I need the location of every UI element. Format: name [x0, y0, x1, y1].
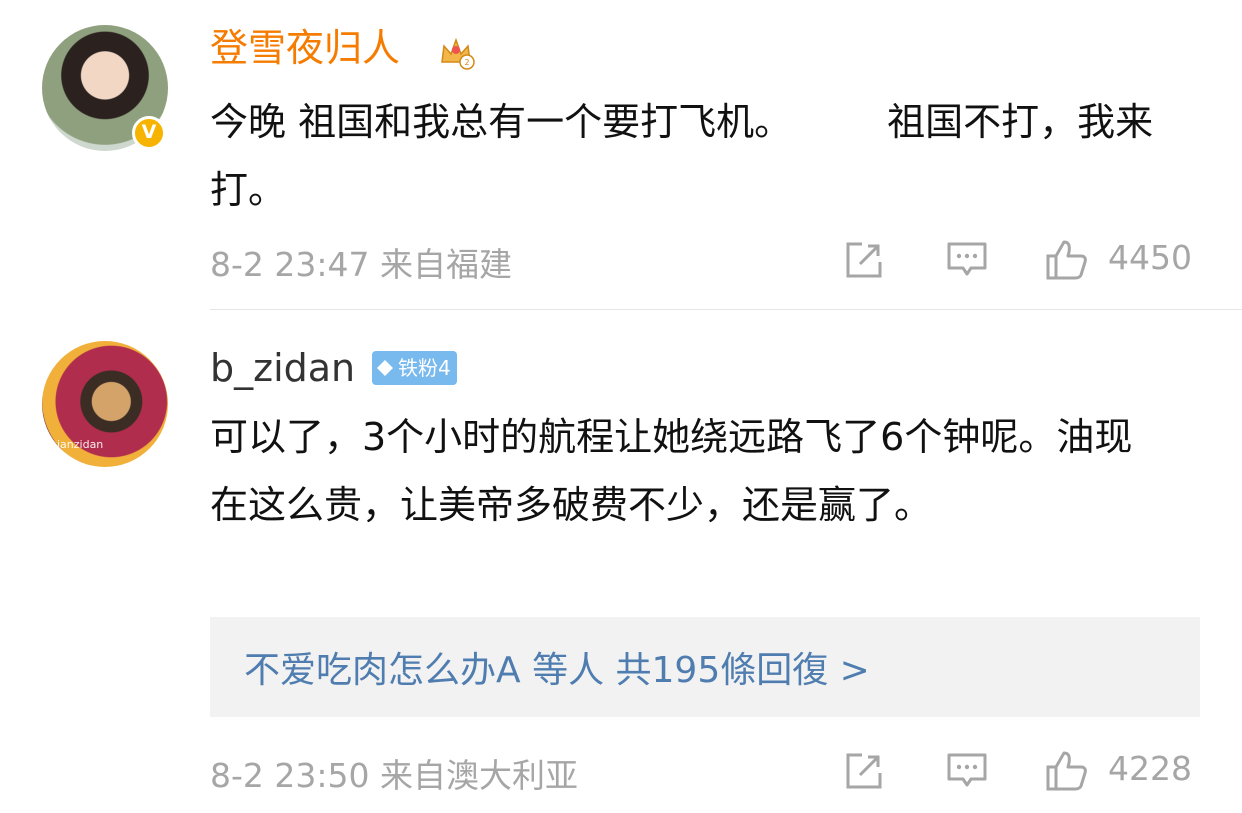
crown-icon: 2	[441, 37, 475, 70]
username[interactable]: 登雪夜归人	[210, 26, 400, 70]
avatar[interactable]: bianzidan	[42, 341, 168, 467]
comment-item: V 登雪夜归人 2 今晚 祖国和我总有一个要打飞机。 祖国不打，我来打。 8-2…	[0, 0, 1242, 310]
avatar-watermark: bianzidan	[50, 438, 104, 451]
divider	[210, 309, 1242, 310]
comment-meta: 8-2 23:47 来自福建	[210, 245, 512, 284]
like-count: 4450	[1108, 238, 1192, 277]
diamond-icon	[377, 360, 393, 376]
comment-icon[interactable]	[945, 238, 989, 282]
username[interactable]: b_zidan	[210, 346, 355, 390]
reply-summary-link[interactable]: 不爱吃肉怎么办A 等人 共195條回復 >	[244, 641, 870, 693]
like-count: 4228	[1108, 749, 1192, 788]
svg-text:2: 2	[464, 58, 469, 67]
like-icon[interactable]	[1044, 749, 1088, 793]
comment-text: 可以了，3个小时的航程让她绕远路飞了6个钟呢。油现在这么贵，让美帝多破费不少，还…	[210, 415, 1133, 527]
comment-text: 今晚 祖国和我总有一个要打飞机。 祖国不打，我来打。	[210, 100, 1154, 212]
fan-badge[interactable]: 铁粉4	[372, 351, 457, 385]
comment-item: bianzidan b_zidan 铁粉4 可以了，3个小时的航程让她绕远路飞了…	[0, 311, 1242, 813]
fan-badge-label: 铁粉4	[398, 356, 451, 380]
comment-meta: 8-2 23:50 来自澳大利亚	[210, 756, 578, 795]
verified-badge: V	[132, 116, 166, 150]
reply-summary-box[interactable]: 不爱吃肉怎么办A 等人 共195條回復 >	[210, 617, 1200, 717]
comment-icon[interactable]	[945, 749, 989, 793]
like-icon[interactable]	[1044, 238, 1088, 282]
share-icon[interactable]	[842, 749, 886, 793]
share-icon[interactable]	[842, 238, 886, 282]
